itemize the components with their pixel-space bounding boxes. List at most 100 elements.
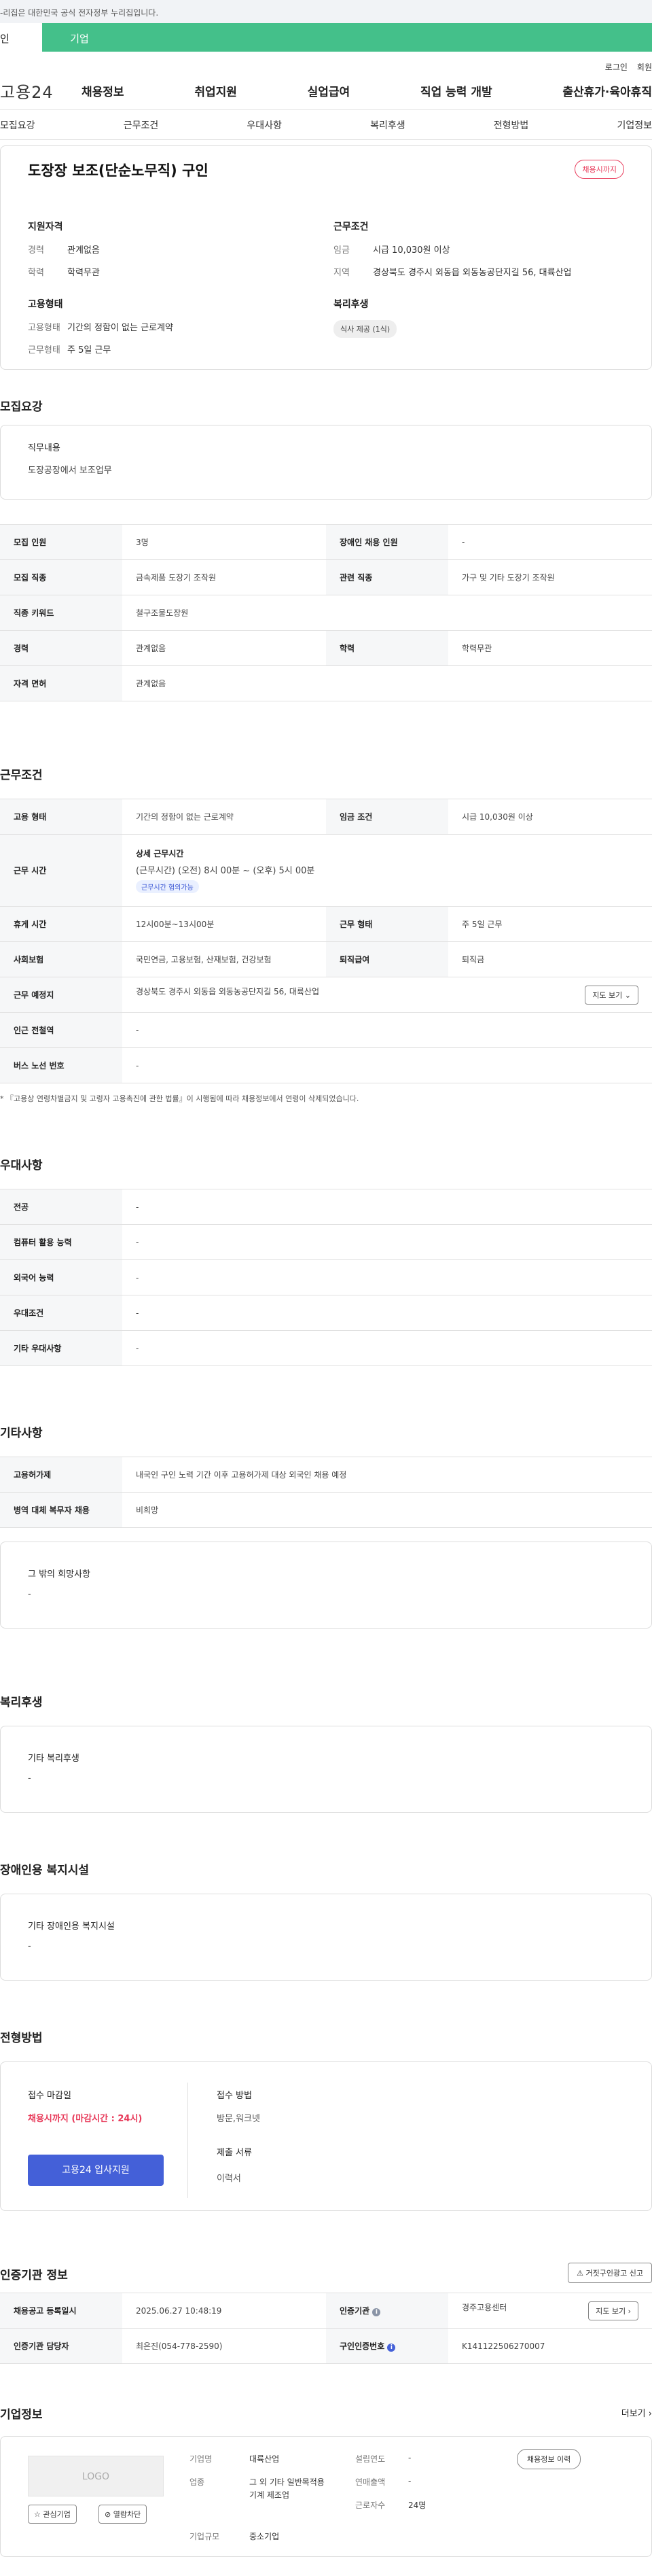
table-cell: 3명 [122, 524, 326, 560]
work-heading: 근무조건 [0, 769, 43, 782]
gnb-item-parental-leave[interactable]: 출산휴가·육아휴직 [562, 82, 652, 99]
table-row: 휴게 시간 12시00분~13시00분 근무 형태 주 5일 근무 [0, 906, 652, 942]
docs-value: 이력서 [217, 2174, 241, 2184]
wage-cell: 시급 10,030원 이상 [448, 799, 652, 835]
registration-header: 채용공고 등록일시 [0, 2293, 122, 2329]
agency-heading: 인증기관 정보 [0, 2269, 68, 2282]
table-row: 채용공고 등록일시 2025.06.27 10:48:19 인증기관 i 경주고… [0, 2293, 652, 2329]
table-row: 외국어 능력 - [0, 1259, 652, 1295]
section-nav-benefit[interactable]: 복리후생 [370, 118, 405, 132]
table-row: 기타 우대사항 - [0, 1330, 652, 1366]
disabled-facility-heading: 장애인용 복지시설 [0, 1864, 90, 1877]
duty-box: 직무내용 도장공장에서 보조업무 [0, 425, 652, 500]
table-row: 근무 예정지 경상북도 경주시 외동읍 외동농공단지길 56, 대륙산업 지도 … [0, 977, 652, 1013]
benefit-box: 기타 복리후생 - [0, 1726, 652, 1813]
disabled-facility-box: 기타 장애인용 복지시설 - [0, 1894, 652, 1981]
interest-company-button[interactable]: ☆ 관심기업 [28, 2505, 77, 2524]
etc-table: 고용허가제 내국인 구인 노력 기간 이후 고용허가제 대상 외국인 채용 예정 … [0, 1457, 652, 1528]
map-button-label: 지도 보기 [596, 2306, 626, 2316]
disabled-facility-value: - [28, 1941, 31, 1951]
industry-label: 업종 [189, 2477, 205, 2487]
founded-value: - [408, 2453, 412, 2462]
company-more-link[interactable]: 더보기 › [621, 2406, 652, 2419]
company-heading: 기업정보 [0, 2408, 43, 2422]
workers-label: 근로자수 [355, 2501, 386, 2510]
section-nav-company[interactable]: 기업정보 [617, 118, 652, 132]
table-row: 인근 전철역 - [0, 1012, 652, 1048]
employment-group: 고용형태 고용형태 기간의 정함이 없는 근로계약 근무형태 주 5일 근무 [28, 297, 313, 365]
page: -리집은 대한민국 공식 전자정부 누리집입니다. 인 기업 로그인 회원 고용2… [0, 0, 652, 2557]
table-header-cell: 경력 [0, 630, 122, 666]
wage-header: 임금 조건 [326, 799, 448, 835]
info-icon[interactable]: i [387, 2344, 396, 2352]
map-button-label: 지도 보기 [592, 990, 623, 1000]
founded-label: 설립연도 [355, 2454, 386, 2464]
info-icon[interactable]: i [372, 2308, 381, 2316]
table-header-cell: 기타 우대사항 [0, 1330, 122, 1366]
section-nav-recruit[interactable]: 모집요강 [0, 118, 35, 132]
gnb-item-vocational-training[interactable]: 직업 능력 개발 [420, 82, 492, 99]
site-logo[interactable]: 고용24 [0, 79, 82, 103]
work-days-label: 근무형태 [28, 345, 60, 355]
company-size-label: 기업규모 [189, 2532, 220, 2541]
work-table: 고용 형태 기간의 정함이 없는 근로계약 임금 조건 시급 10,030원 이… [0, 799, 652, 1083]
table-header-cell: 외국어 능력 [0, 1259, 122, 1295]
table-row: 모집 직종 금속제품 도장기 조작원 관련 직종 가구 및 기타 도장기 조작원 [0, 559, 652, 595]
break-cell: 12시00분~13시00분 [122, 906, 326, 942]
signup-link[interactable]: 회원 [637, 63, 652, 72]
tab-individual[interactable]: 인 [0, 23, 42, 52]
tab-company[interactable]: 기업 [42, 23, 117, 52]
company-logo-placeholder: LOGO [28, 2456, 164, 2496]
table-cell: 학력무관 [448, 630, 652, 666]
login-link[interactable]: 로그인 [605, 63, 628, 72]
gnb-item-unemployment-benefit[interactable]: 실업급여 [308, 82, 350, 99]
table-cell: 내국인 구인 노력 기간 이후 고용허가제 대상 외국인 채용 예정 [122, 1457, 652, 1493]
company-header: 기업정보 더보기 › [0, 2405, 652, 2422]
insurance-header: 사회보험 [0, 941, 122, 977]
recruit-heading: 모집요강 [0, 400, 43, 414]
apply-button[interactable]: 고용24 입사지원 [28, 2155, 164, 2186]
job-summary-card: 도장장 보조(단순노무직) 구인 채용시까지 지원자격 경력 관계없음 학력 학력무… [0, 145, 652, 370]
table-header-cell: 장애인 채용 인원 [326, 524, 448, 560]
company-size-value: 중소기업 [249, 2532, 280, 2541]
section-nav-apply[interactable]: 전형방법 [494, 118, 529, 132]
cert-number-label: 구인인증번호 [340, 2342, 385, 2351]
interest-label: 관심기업 [43, 2510, 71, 2519]
wage-label: 임금 [333, 245, 350, 256]
gnb-item-jobs[interactable]: 채용정보 [82, 82, 124, 99]
retirement-cell: 퇴직금 [448, 941, 652, 977]
section-nav-preference[interactable]: 우대사항 [247, 118, 282, 132]
condition-group: 근무조건 임금 시급 10,030원 이상 지역 경상북도 경주시 외동읍 외동농공… [333, 220, 619, 288]
table-header-cell: 자격 면허 [0, 665, 122, 701]
agency-map-button[interactable]: 지도 보기 › [588, 2301, 638, 2320]
qualification-heading: 지원자격 [28, 222, 63, 232]
table-cell: 관계없음 [122, 665, 652, 701]
agency-staff-header: 인증기관 담당자 [0, 2328, 122, 2364]
workplace-map-button[interactable]: 지도 보기 ⌄ [585, 985, 638, 1005]
block-label: 열람차단 [113, 2510, 141, 2519]
agency-org-header: 인증기관 i [326, 2293, 448, 2329]
chevron-right-icon: › [648, 2409, 652, 2419]
education-value: 학력무관 [67, 268, 100, 278]
table-row: 전공 - [0, 1189, 652, 1225]
block-view-button[interactable]: ⊘ 열람차단 [98, 2505, 147, 2524]
section-nav-work[interactable]: 근무조건 [124, 118, 159, 132]
work-days-value: 주 5일 근무 [67, 345, 111, 355]
table-cell: 비희망 [122, 1492, 652, 1528]
work-time-cell: 상세 근무시간 (근무시간) (오전) 8시 00분 ~ (오후) 5시 00분… [122, 834, 652, 907]
table-row: 병역 대체 복무자 채용 비희망 [0, 1492, 652, 1528]
company-box: LOGO ☆ 관심기업 ⊘ 열람차단 기업명 대륙산업 업종 그 외 기타 일반… [0, 2436, 652, 2557]
career-label: 경력 [28, 245, 44, 256]
hiring-history-button[interactable]: 채용정보 이력 [517, 2449, 581, 2469]
company-name-value: 대륙산업 [249, 2454, 280, 2464]
table-row: 자격 면허 관계없음 [0, 665, 652, 701]
duty-label: 직무내용 [28, 443, 60, 453]
false-ad-report-button[interactable]: ⚠ 거짓구인광고 신고 [568, 2263, 652, 2283]
method-label: 접수 방법 [217, 2091, 252, 2101]
other-wishes-label: 그 밖의 희망사항 [28, 1569, 90, 1580]
gnb-item-employment-support[interactable]: 취업지원 [194, 82, 237, 99]
table-cell: 금속제품 도장기 조작원 [122, 559, 326, 595]
more-label: 더보기 [621, 2409, 646, 2419]
bus-cell: - [122, 1047, 652, 1083]
agency-org-label: 인증기관 [340, 2306, 370, 2316]
